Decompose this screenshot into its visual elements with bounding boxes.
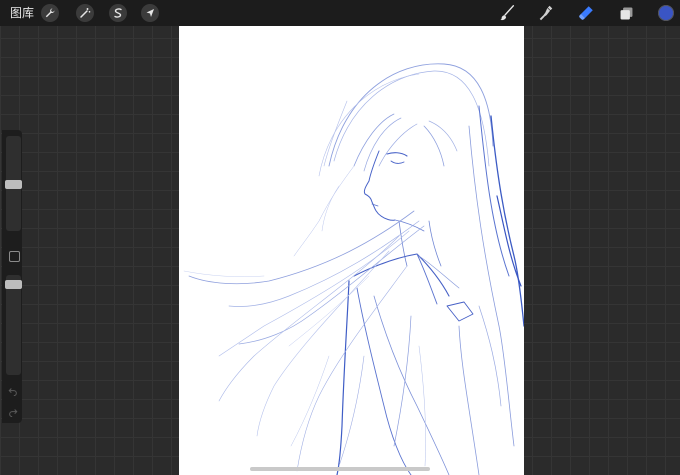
modify-button[interactable] xyxy=(9,251,20,262)
color-swatch-button[interactable] xyxy=(658,5,674,21)
top-toolbar: 图库 xyxy=(0,0,680,26)
layers-icon[interactable] xyxy=(616,3,636,23)
undo-icon[interactable] xyxy=(7,385,19,397)
arrow-cursor-icon[interactable] xyxy=(141,4,159,22)
left-sidebar xyxy=(2,130,22,423)
magic-wand-icon[interactable] xyxy=(76,4,94,22)
wrench-icon[interactable] xyxy=(41,4,59,22)
selection-s-icon[interactable] xyxy=(109,4,127,22)
brush-size-slider-thumb[interactable] xyxy=(5,180,22,189)
opacity-slider[interactable] xyxy=(6,275,21,375)
smudge-finger-icon[interactable] xyxy=(536,3,556,23)
redo-icon[interactable] xyxy=(7,406,19,418)
opacity-slider-thumb[interactable] xyxy=(5,280,22,289)
sketch-artwork xyxy=(183,63,524,475)
drawing-canvas[interactable] xyxy=(179,26,524,475)
home-indicator[interactable] xyxy=(250,467,430,471)
brush-icon[interactable] xyxy=(497,3,517,23)
eraser-icon[interactable] xyxy=(576,3,596,23)
gallery-button[interactable]: 图库 xyxy=(10,5,34,21)
